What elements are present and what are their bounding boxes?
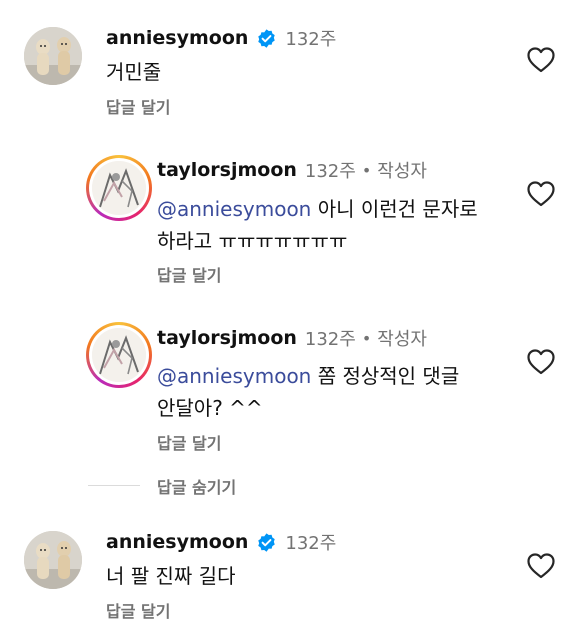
hide-replies-button[interactable]: 답글 숨기기 (157, 474, 236, 498)
heart-outline-icon[interactable] (527, 553, 555, 579)
comment-text: 쫌 정상적인 댓글 (311, 364, 460, 388)
separator-dot: • (361, 328, 372, 348)
avatar-anniesymoon[interactable] (24, 531, 82, 589)
reply-button[interactable]: 답글 달기 (157, 262, 221, 286)
comment-text-line-2: 안달아? ^^ (157, 396, 263, 420)
comment-text-line-1: @anniesymoon 아니 이런건 문자로 (157, 193, 478, 226)
comment-text-line-1: @anniesymoon 쫌 정상적인 댓글 (157, 360, 459, 393)
comment-text: 너 팔 진짜 길다 (106, 564, 236, 588)
comment-timestamp: 132주 (304, 329, 356, 350)
heart-outline-icon[interactable] (527, 47, 555, 73)
mention-link[interactable]: @anniesymoon (157, 364, 311, 388)
comment-username[interactable]: taylorsjmoon (157, 159, 297, 181)
comment-text: 거민줄 (106, 60, 162, 84)
avatar-taylorsjmoon[interactable] (86, 155, 152, 221)
comment-text-line-2: 하라고 ㅠㅠㅠㅠㅠㅠㅠ (157, 229, 348, 253)
reply-button[interactable]: 답글 달기 (157, 430, 221, 454)
reply-button[interactable]: 답글 달기 (106, 94, 170, 118)
comment-username[interactable]: anniesymoon (106, 531, 248, 553)
avatar-anniesymoon[interactable] (24, 27, 82, 85)
verified-badge-icon (256, 532, 277, 553)
comment-username[interactable]: anniesymoon (106, 27, 248, 49)
author-badge: 작성자 (377, 329, 427, 350)
heart-outline-icon[interactable] (527, 181, 555, 207)
separator-dot: • (361, 160, 372, 180)
mention-link[interactable]: @anniesymoon (157, 197, 311, 221)
comment-username[interactable]: taylorsjmoon (157, 327, 297, 349)
hide-replies-divider (88, 485, 140, 486)
comment-timestamp: 132주 (285, 533, 337, 554)
comment-timestamp: 132주 (304, 161, 356, 182)
comment-text: 아니 이런건 문자로 (311, 197, 478, 221)
avatar-taylorsjmoon[interactable] (86, 322, 152, 388)
heart-outline-icon[interactable] (527, 349, 555, 375)
verified-badge-icon (256, 28, 277, 49)
comment-timestamp: 132주 (285, 29, 337, 50)
reply-button[interactable]: 답글 달기 (106, 598, 170, 622)
author-badge: 작성자 (377, 161, 427, 182)
